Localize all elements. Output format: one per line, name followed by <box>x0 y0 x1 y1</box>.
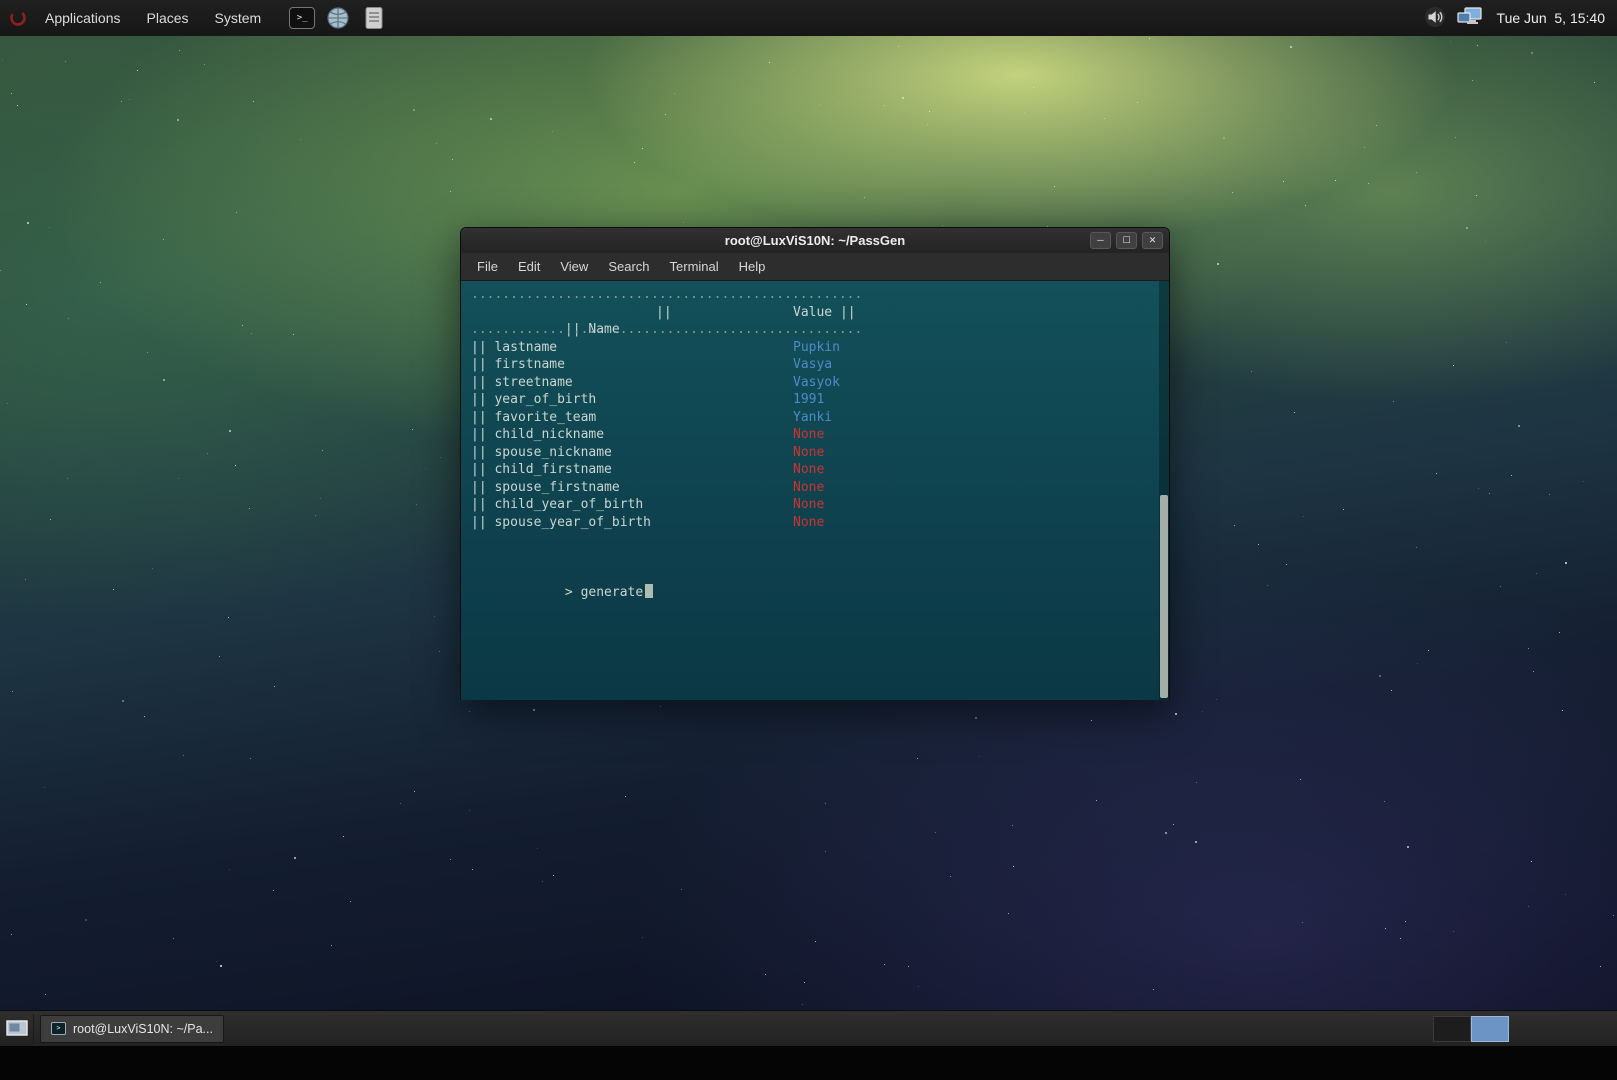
row-value: 1991 <box>793 391 824 409</box>
header-value-col: Value || <box>793 304 856 322</box>
table-row: || spouse_year_of_birth None <box>471 514 1169 532</box>
row-name: || child_year_of_birth <box>471 497 643 512</box>
workspace-1[interactable] <box>1433 1016 1471 1042</box>
row-value: Vasyok <box>793 374 840 392</box>
menu-search[interactable]: Search <box>598 253 659 281</box>
row-name: || spouse_firstname <box>471 480 620 495</box>
menu-edit[interactable]: Edit <box>508 253 550 281</box>
prompt-line: > generate <box>471 566 1169 584</box>
menu-help[interactable]: Help <box>729 253 776 281</box>
window-titlebar[interactable]: root@LuxViS10N: ~/PassGen ─ ☐ ✕ <box>461 228 1169 253</box>
row-name: || streetname <box>471 375 573 390</box>
workspace-switcher <box>1433 1016 1509 1042</box>
row-value: None <box>793 461 824 479</box>
taskbar-task-terminal[interactable]: > root@LuxViS10N: ~/Pa... <box>40 1015 224 1043</box>
panel-launchers: >_ <box>288 4 388 32</box>
distro-logo-icon[interactable] <box>8 8 28 28</box>
panel-status-area: Tue Jun 5, 15:40 <box>1424 6 1617 31</box>
row-name: || year_of_birth <box>471 392 596 407</box>
terminal-launcher-icon[interactable]: >_ <box>288 4 316 32</box>
table-row: || lastname Pupkin <box>471 339 1169 357</box>
header-separator: || <box>656 304 672 322</box>
menu-file[interactable]: File <box>467 253 508 281</box>
clock[interactable]: Tue Jun 5, 15:40 <box>1493 10 1609 26</box>
scrollbar[interactable] <box>1159 281 1169 700</box>
row-value: None <box>793 479 824 497</box>
row-name: || lastname <box>471 340 557 355</box>
minimize-button[interactable]: ─ <box>1090 232 1111 249</box>
row-name: || favorite_team <box>471 410 596 425</box>
displays-icon[interactable] <box>1456 6 1483 31</box>
scrollbar-thumb[interactable] <box>1160 495 1168 698</box>
workspace-2-active[interactable] <box>1471 1016 1509 1042</box>
blank-line <box>471 549 1169 567</box>
taskbar-task-label: root@LuxViS10N: ~/Pa... <box>73 1022 213 1036</box>
row-name: || spouse_year_of_birth <box>471 515 651 530</box>
close-button[interactable]: ✕ <box>1142 232 1163 249</box>
table-row: || child_firstname None <box>471 461 1169 479</box>
bottom-strip <box>0 1046 1617 1080</box>
desktop[interactable]: root@LuxViS10N: ~/PassGen ─ ☐ ✕ File Edi… <box>0 36 1617 1010</box>
taskbar: > root@LuxViS10N: ~/Pa... <box>0 1010 1617 1046</box>
blank-line <box>471 531 1169 549</box>
table-row: || spouse_nickname None <box>471 444 1169 462</box>
row-value: Pupkin <box>793 339 840 357</box>
table-row: || year_of_birth 1991 <box>471 391 1169 409</box>
applications-menu[interactable]: Applications <box>32 0 134 36</box>
row-value: None <box>793 496 824 514</box>
row-name: || firstname <box>471 357 565 372</box>
menu-view[interactable]: View <box>550 253 598 281</box>
terminal-window: root@LuxViS10N: ~/PassGen ─ ☐ ✕ File Edi… <box>460 227 1170 700</box>
row-value: Yanki <box>793 409 832 427</box>
top-panel: Applications Places System >_ <box>0 0 1617 36</box>
row-name: || spouse_nickname <box>471 445 612 460</box>
row-name: || child_nickname <box>471 427 604 442</box>
show-desktop-button[interactable] <box>0 1014 34 1044</box>
table-row: || child_year_of_birth None <box>471 496 1169 514</box>
prompt-text: > generate <box>565 585 643 600</box>
screen: Applications Places System >_ <box>0 0 1617 1080</box>
row-value: None <box>793 426 824 444</box>
volume-icon[interactable] <box>1424 6 1446 31</box>
table-row: || streetname Vasyok <box>471 374 1169 392</box>
row-value: None <box>793 444 824 462</box>
table-border-mid: ........................................… <box>471 321 1169 339</box>
table-border-top: ........................................… <box>471 286 1169 304</box>
terminal[interactable]: ........................................… <box>461 281 1169 700</box>
menu-terminal[interactable]: Terminal <box>660 253 729 281</box>
row-name: || child_firstname <box>471 462 612 477</box>
table-rows: || lastnamePupkin|| firstnameVasya|| str… <box>471 339 1169 532</box>
system-menu[interactable]: System <box>202 0 275 36</box>
table-row: || favorite_team Yanki <box>471 409 1169 427</box>
table-row: || firstname Vasya <box>471 356 1169 374</box>
row-value: Vasya <box>793 356 832 374</box>
terminal-output: ........................................… <box>461 281 1169 584</box>
text-cursor <box>645 584 653 598</box>
window-title: root@LuxViS10N: ~/PassGen <box>725 233 905 248</box>
browser-globe-icon[interactable] <box>324 4 352 32</box>
maximize-button[interactable]: ☐ <box>1116 232 1137 249</box>
table-header: || Name || Value || <box>471 304 1169 322</box>
row-value: None <box>793 514 824 532</box>
window-controls: ─ ☐ ✕ <box>1090 232 1163 249</box>
table-row: || child_nickname None <box>471 426 1169 444</box>
table-row: || spouse_firstname None <box>471 479 1169 497</box>
terminal-icon: > <box>51 1022 66 1035</box>
window-menubar: File Edit View Search Terminal Help <box>461 253 1169 281</box>
places-menu[interactable]: Places <box>134 0 202 36</box>
archive-icon[interactable] <box>360 4 388 32</box>
